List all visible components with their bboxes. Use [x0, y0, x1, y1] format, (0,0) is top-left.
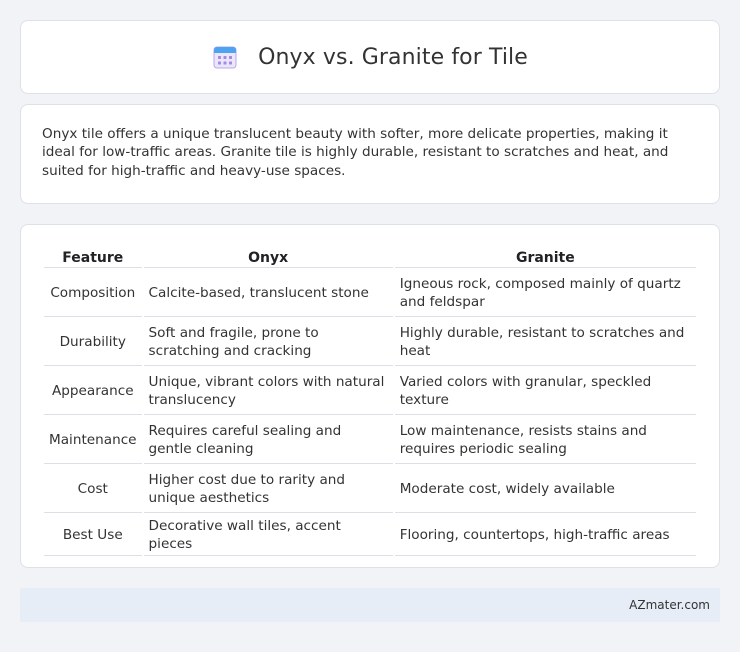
granite-cell: Moderate cost, widely available	[394, 466, 696, 513]
feature-cell: Best Use	[44, 515, 142, 557]
table-header-row: Feature Onyx Granite	[44, 247, 696, 268]
feature-cell: Durability	[44, 319, 142, 366]
feature-cell: Appearance	[44, 368, 142, 415]
onyx-cell: Soft and fragile, prone to scratching an…	[143, 319, 393, 366]
header-feature: Feature	[44, 247, 142, 268]
table-row: Appearance Unique, vibrant colors with n…	[44, 368, 696, 415]
granite-cell: Highly durable, resistant to scratches a…	[394, 319, 696, 366]
table-row: Best Use Decorative wall tiles, accent p…	[44, 515, 696, 557]
onyx-cell: Calcite-based, translucent stone	[143, 270, 393, 317]
table-row: Maintenance Requires careful sealing and…	[44, 417, 696, 464]
footer-bar: AZmater.com	[20, 588, 720, 622]
feature-cell: Maintenance	[44, 417, 142, 464]
onyx-cell: Decorative wall tiles, accent pieces	[143, 515, 393, 557]
granite-cell: Flooring, countertops, high-traffic area…	[394, 515, 696, 557]
comparison-table: Feature Onyx Granite Composition Calcite…	[42, 245, 698, 558]
onyx-cell: Higher cost due to rarity and unique aes…	[143, 466, 393, 513]
header-granite: Granite	[394, 247, 696, 268]
header-onyx: Onyx	[143, 247, 393, 268]
footer-site-link[interactable]: AZmater.com	[629, 598, 710, 612]
table-row: Durability Soft and fragile, prone to sc…	[44, 319, 696, 366]
intro-text: Onyx tile offers a unique translucent be…	[42, 126, 669, 179]
granite-cell: Igneous rock, composed mainly of quartz …	[394, 270, 696, 317]
onyx-cell: Unique, vibrant colors with natural tran…	[143, 368, 393, 415]
granite-cell: Varied colors with granular, speckled te…	[394, 368, 696, 415]
table-row: Composition Calcite-based, translucent s…	[44, 270, 696, 317]
onyx-cell: Requires careful sealing and gentle clea…	[143, 417, 393, 464]
feature-cell: Cost	[44, 466, 142, 513]
granite-cell: Low maintenance, resists stains and requ…	[394, 417, 696, 464]
feature-cell: Composition	[44, 270, 142, 317]
calendar-icon	[213, 46, 237, 69]
page-title: Onyx vs. Granite for Tile	[258, 44, 528, 70]
intro-card: Onyx tile offers a unique translucent be…	[20, 104, 720, 204]
comparison-card: Feature Onyx Granite Composition Calcite…	[20, 224, 720, 568]
title-card: Onyx vs. Granite for Tile	[20, 20, 720, 94]
title-wrap: Onyx vs. Granite for Tile	[212, 44, 528, 70]
table-row: Cost Higher cost due to rarity and uniqu…	[44, 466, 696, 513]
